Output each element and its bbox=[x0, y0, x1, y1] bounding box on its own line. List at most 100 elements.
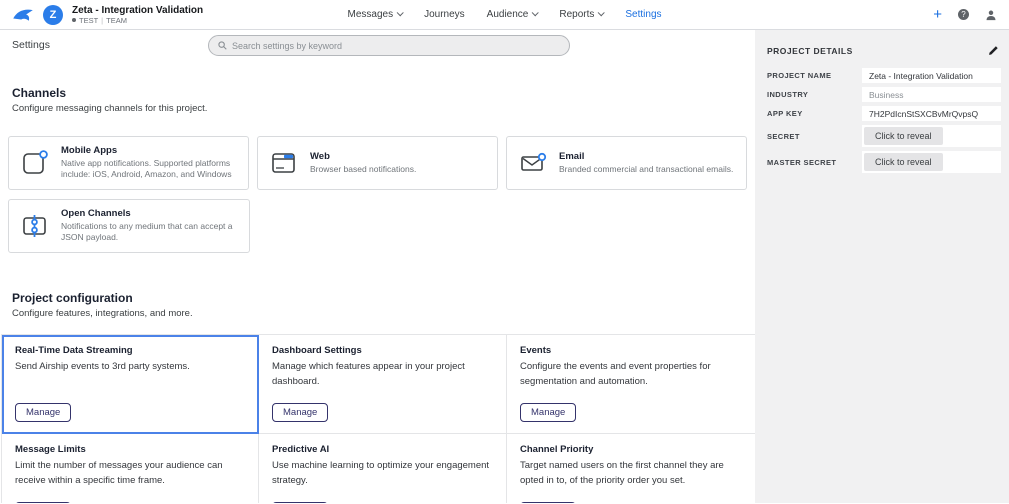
search-input[interactable] bbox=[232, 41, 560, 51]
config-card-title: Dashboard Settings bbox=[272, 345, 493, 356]
page-title: Settings bbox=[12, 39, 50, 51]
secret-reveal-button[interactable]: Click to reveal bbox=[864, 127, 943, 145]
project-details-header: PROJECT DETAILS bbox=[763, 38, 1001, 68]
app-key-field[interactable]: 7H2PdIcnStSXCBvMrQvpsQ bbox=[862, 106, 1001, 121]
chevron-down-icon bbox=[598, 9, 605, 16]
chevron-down-icon bbox=[397, 9, 404, 16]
channel-card-mobile-apps[interactable]: Mobile Apps Native app notifications. Su… bbox=[8, 136, 249, 190]
channel-card-email[interactable]: Email Branded commercial and transaction… bbox=[506, 136, 747, 190]
config-card-events: Events Configure the events and event pr… bbox=[507, 335, 755, 434]
channels-title: Channels bbox=[12, 86, 755, 100]
config-card-message-limits: Message Limits Limit the number of messa… bbox=[2, 434, 259, 503]
channel-card-title: Open Channels bbox=[61, 208, 238, 219]
detail-row-app-key: APP KEY 7H2PdIcnStSXCBvMrQvpsQ bbox=[763, 106, 1001, 121]
project-details-panel: PROJECT DETAILS PROJECT NAME Zeta - Inte… bbox=[755, 30, 1009, 503]
channels-section: Channels Configure messaging channels fo… bbox=[0, 86, 755, 253]
airship-logo-icon bbox=[12, 7, 34, 23]
help-icon[interactable]: ? bbox=[958, 9, 969, 20]
channel-card-description: Notifications to any medium that can acc… bbox=[61, 221, 238, 244]
project-subtitle: TEST | TEAM bbox=[72, 16, 203, 25]
channel-card-text: Email Branded commercial and transaction… bbox=[559, 151, 733, 175]
config-card-description: Use machine learning to optimize your en… bbox=[272, 458, 493, 488]
channel-card-open-channels[interactable]: Open Channels Notifications to any mediu… bbox=[8, 199, 250, 253]
project-avatar[interactable]: Z bbox=[43, 5, 63, 25]
channel-card-description: Browser based notifications. bbox=[310, 164, 416, 175]
channel-card-text: Mobile Apps Native app notifications. Su… bbox=[61, 145, 237, 181]
web-icon bbox=[269, 148, 299, 178]
team-label: TEAM bbox=[106, 16, 127, 25]
master-secret-cell: Click to reveal bbox=[862, 151, 1001, 173]
detail-row-secret: SECRET Click to reveal bbox=[763, 125, 1001, 147]
manage-button-real-time-data-streaming[interactable]: Manage bbox=[15, 403, 71, 422]
magnifier-icon bbox=[218, 41, 227, 50]
brand-area: Z Zeta - Integration Validation TEST | T… bbox=[12, 5, 203, 25]
secret-cell: Click to reveal bbox=[862, 125, 1001, 147]
detail-label: MASTER SECRET bbox=[763, 151, 862, 173]
create-new-button[interactable]: + bbox=[933, 7, 942, 22]
page-head: Settings bbox=[0, 30, 755, 62]
channel-card-description: Native app notifications. Supported plat… bbox=[61, 158, 237, 181]
detail-row-industry: INDUSTRY Business bbox=[763, 87, 1001, 102]
detail-label: PROJECT NAME bbox=[763, 68, 862, 83]
settings-main: Settings Channels Configure messaging ch… bbox=[0, 30, 755, 503]
channel-card-title: Web bbox=[310, 151, 416, 162]
env-status-dot bbox=[72, 18, 76, 22]
mobile-apps-icon bbox=[20, 148, 50, 178]
nav-journeys[interactable]: Journeys bbox=[424, 9, 465, 20]
config-card-description: Limit the number of messages your audien… bbox=[15, 458, 240, 488]
settings-search bbox=[208, 35, 570, 56]
nav-messages[interactable]: Messages bbox=[347, 9, 402, 20]
pencil-icon[interactable] bbox=[988, 45, 999, 56]
detail-row-project-name: PROJECT NAME Zeta - Integration Validati… bbox=[763, 68, 1001, 83]
manage-button-predictive-ai[interactable]: Manage bbox=[272, 502, 328, 503]
nav-settings[interactable]: Settings bbox=[625, 9, 661, 20]
account-icon[interactable] bbox=[985, 9, 997, 21]
config-card-title: Real-Time Data Streaming bbox=[15, 345, 245, 356]
channel-card-description: Branded commercial and transactional ema… bbox=[559, 164, 733, 175]
nav-messages-label: Messages bbox=[347, 9, 393, 20]
master-secret-reveal-button[interactable]: Click to reveal bbox=[864, 153, 943, 171]
channel-cards-row-2: Open Channels Notifications to any mediu… bbox=[0, 199, 755, 253]
industry-value: Business bbox=[862, 87, 1001, 102]
env-label: TEST bbox=[79, 16, 98, 25]
detail-label: INDUSTRY bbox=[763, 87, 862, 102]
config-card-description: Configure the events and event propertie… bbox=[520, 359, 742, 389]
channel-cards-row-1: Mobile Apps Native app notifications. Su… bbox=[0, 136, 755, 190]
nav-settings-label: Settings bbox=[625, 9, 661, 20]
channel-card-title: Mobile Apps bbox=[61, 145, 237, 156]
project-configuration-section: Project configuration Configure features… bbox=[0, 291, 755, 503]
config-card-title: Channel Priority bbox=[520, 444, 742, 455]
nav-audience[interactable]: Audience bbox=[487, 9, 538, 20]
project-info: Zeta - Integration Validation TEST | TEA… bbox=[72, 5, 203, 25]
nav-audience-label: Audience bbox=[487, 9, 529, 20]
config-card-predictive-ai: Predictive AI Use machine learning to op… bbox=[259, 434, 507, 503]
config-card-description: Target named users on the first channel … bbox=[520, 458, 742, 488]
configuration-grid: Real-Time Data Streaming Send Airship ev… bbox=[1, 334, 755, 503]
manage-button-channel-priority[interactable]: Manage bbox=[520, 502, 576, 503]
project-details-title: PROJECT DETAILS bbox=[767, 46, 853, 56]
config-card-title: Message Limits bbox=[15, 444, 245, 455]
config-card-description: Manage which features appear in your pro… bbox=[272, 359, 493, 389]
open-channels-icon bbox=[20, 211, 50, 241]
config-card-title: Events bbox=[520, 345, 742, 356]
manage-button-message-limits[interactable]: Manage bbox=[15, 502, 71, 503]
main-nav: Messages Journeys Audience Reports Setti… bbox=[347, 9, 661, 20]
project-title: Zeta - Integration Validation bbox=[72, 5, 203, 16]
channels-subtitle: Configure messaging channels for this pr… bbox=[12, 103, 755, 114]
manage-button-dashboard-settings[interactable]: Manage bbox=[272, 403, 328, 422]
top-actions: + ? bbox=[933, 7, 997, 22]
airship-logo-icon[interactable] bbox=[12, 6, 34, 24]
nav-reports[interactable]: Reports bbox=[559, 9, 603, 20]
config-card-description: Send Airship events to 3rd party systems… bbox=[15, 359, 240, 374]
detail-label: APP KEY bbox=[763, 106, 862, 121]
chevron-down-icon bbox=[532, 9, 539, 16]
channel-card-web[interactable]: Web Browser based notifications. bbox=[257, 136, 498, 190]
manage-button-events[interactable]: Manage bbox=[520, 403, 576, 422]
top-bar: Z Zeta - Integration Validation TEST | T… bbox=[0, 0, 1009, 30]
config-card-channel-priority: Channel Priority Target named users on t… bbox=[507, 434, 755, 503]
nav-journeys-label: Journeys bbox=[424, 9, 465, 20]
config-card-dashboard-settings: Dashboard Settings Manage which features… bbox=[259, 335, 507, 434]
channel-card-text: Open Channels Notifications to any mediu… bbox=[61, 208, 238, 244]
project-name-field[interactable]: Zeta - Integration Validation bbox=[862, 68, 1001, 83]
project-configuration-title: Project configuration bbox=[12, 291, 755, 305]
